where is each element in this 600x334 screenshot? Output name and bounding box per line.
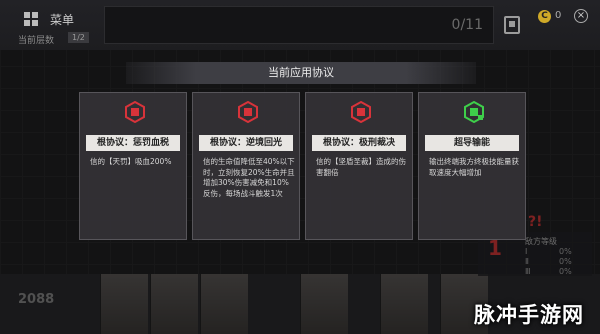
library-icon[interactable]: [504, 16, 520, 34]
protocol-title: 当前应用协议: [126, 62, 476, 84]
floor-label: 当前层数: [18, 36, 55, 46]
slot-counter: 0/11: [451, 17, 483, 33]
protocol-name: 根协议：极刑裁决: [312, 135, 406, 151]
red-cube-icon: [125, 101, 145, 123]
close-button[interactable]: ×: [574, 9, 588, 23]
top-bar: 菜单 当前层数 1/2 0/11 C 0 ×: [0, 0, 600, 50]
protocol-desc: 信的【天罚】吸血200%: [90, 157, 172, 166]
protocol-name: 超导输能: [425, 135, 519, 151]
coin-value: 0: [555, 10, 562, 21]
protocol-card[interactable]: 根协议：逆境回光 信的生命值降低至40%以下时，立刻恢复20%生命并且增加30%…: [192, 92, 300, 240]
protocol-card[interactable]: 根协议：惩罚血税 信的【天罚】吸血200%: [79, 92, 187, 240]
watermark: 脉冲手游网: [474, 303, 584, 327]
coin-icon: C: [538, 10, 551, 23]
red-cube-icon: [238, 101, 258, 123]
protocol-name: 根协议：逆境回光: [199, 135, 293, 151]
protocol-card[interactable]: 根协议：极刑裁决 信的【坚盾圣裁】造成的伤害翻倍: [305, 92, 413, 240]
protocol-name: 根协议：惩罚血税: [86, 135, 180, 151]
red-cube-icon: [351, 101, 371, 123]
slot-bar: 0/11: [104, 6, 494, 44]
protocol-card[interactable]: 超导输能 输出终端我方终极技能量获取速度大幅增加: [418, 92, 526, 240]
protocol-desc: 信的生命值降低至40%以下时，立刻恢复20%生命并且增加30%伤害减免和10%反…: [203, 157, 295, 198]
protocol-desc: 信的【坚盾圣裁】造成的伤害翻倍: [316, 157, 406, 177]
green-chip-icon: [464, 101, 484, 123]
floor-badge: 1/2: [68, 32, 89, 43]
menu-label[interactable]: 菜单: [50, 11, 74, 28]
menu-grid-icon[interactable]: [24, 12, 38, 26]
protocol-desc: 输出终端我方终极技能量获取速度大幅增加: [429, 157, 519, 177]
